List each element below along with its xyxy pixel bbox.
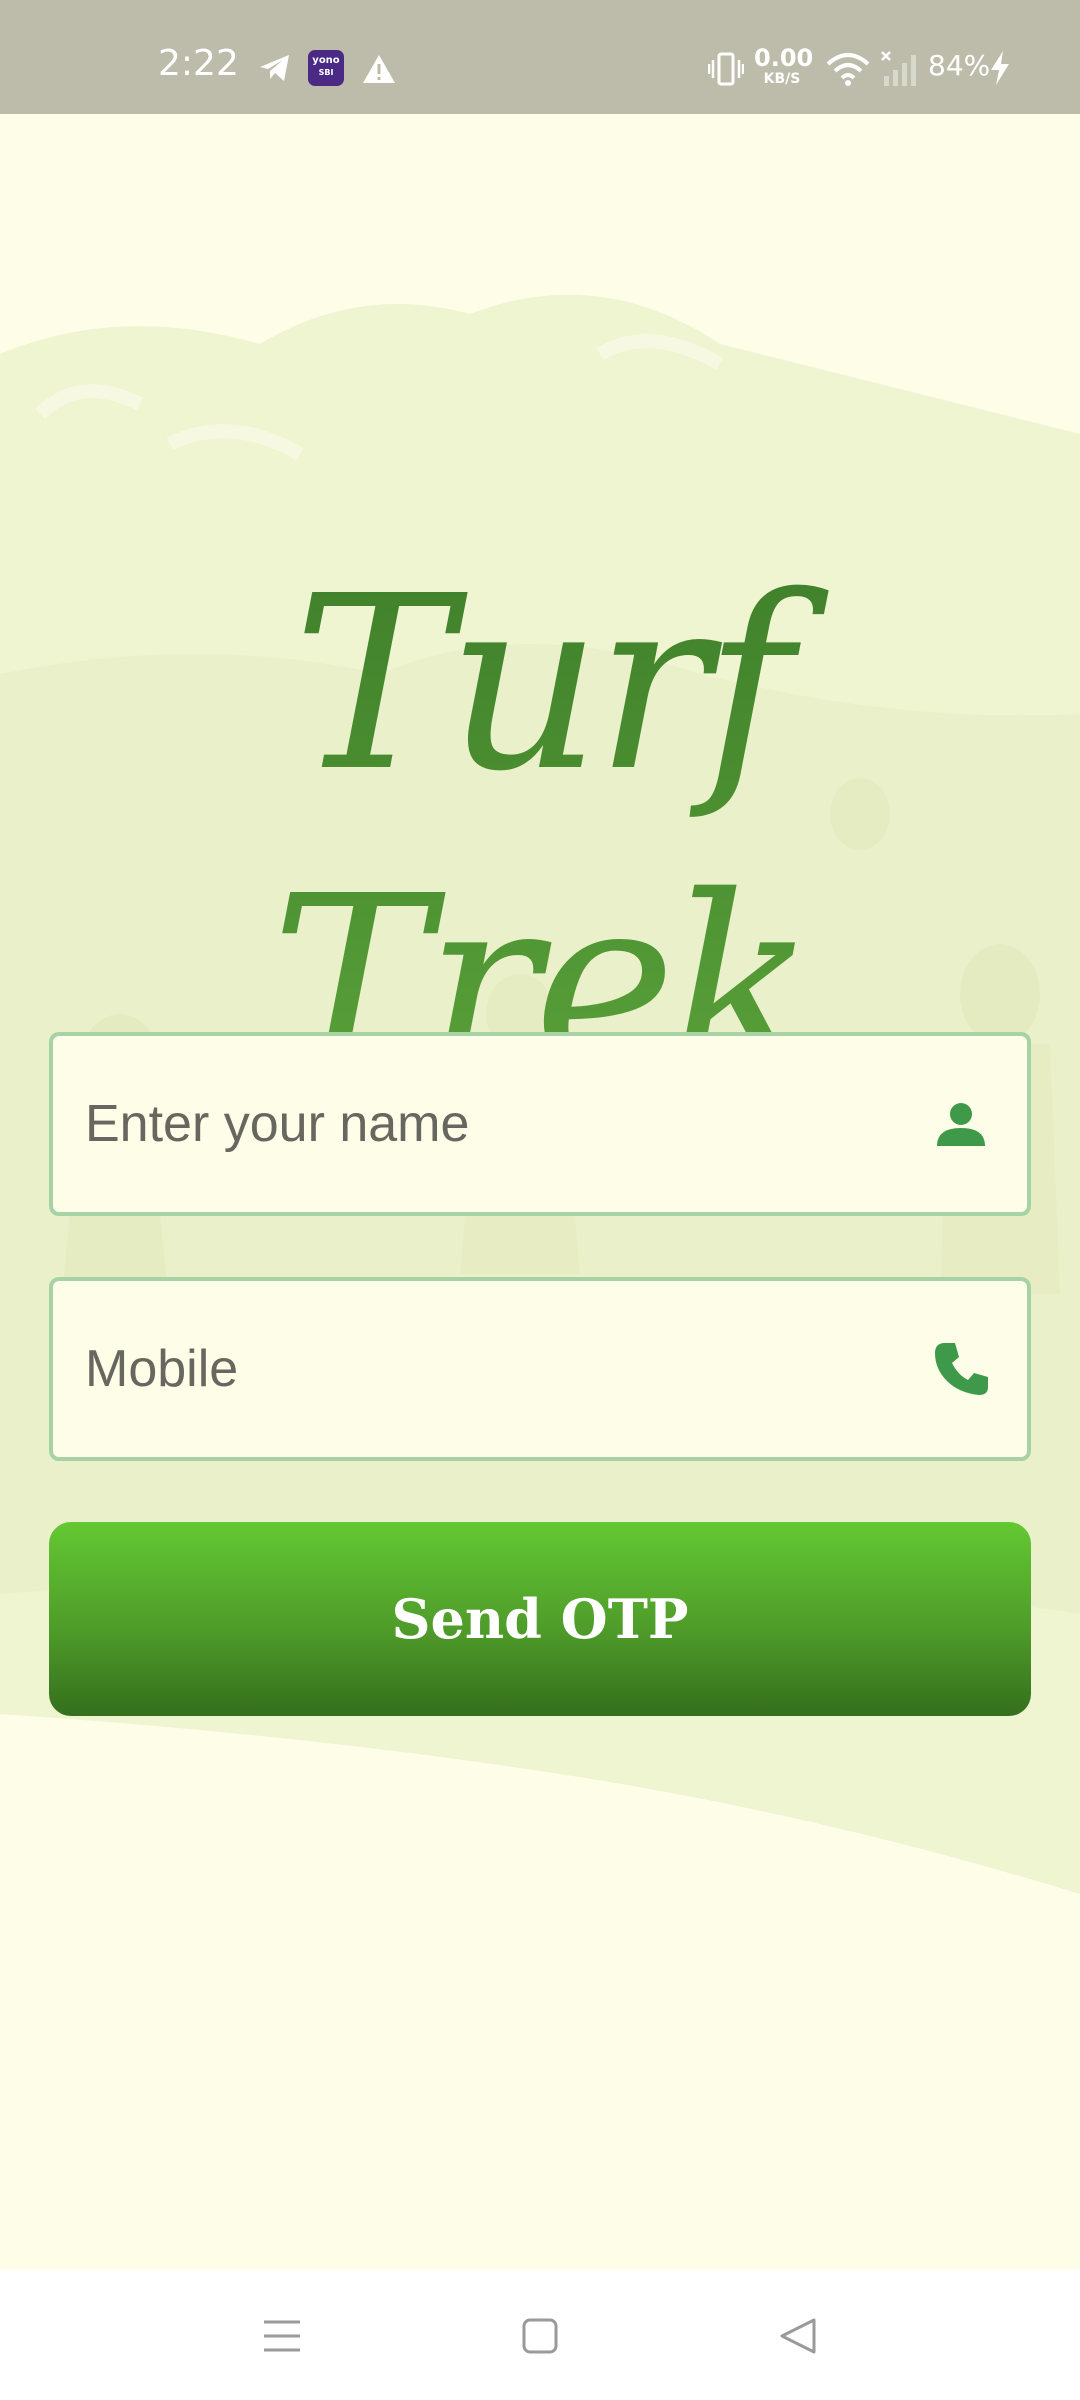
nav-home-button[interactable] — [490, 2296, 590, 2376]
nav-back-button[interactable] — [748, 2296, 848, 2376]
nav-menu-button[interactable] — [232, 2296, 332, 2376]
name-input[interactable] — [85, 1036, 905, 1212]
login-screen: Turf Trek Send OTP — [0, 114, 1080, 2270]
network-speed: 0.00 KB/S — [754, 44, 814, 87]
battery-charging-icon — [991, 51, 1009, 85]
mobile-input[interactable] — [85, 1281, 905, 1457]
send-otp-button[interactable]: Send OTP — [49, 1522, 1031, 1716]
back-triangle-icon — [780, 2318, 816, 2354]
mobile-field[interactable] — [49, 1277, 1031, 1461]
wifi-icon — [826, 53, 870, 86]
vibrate-icon — [708, 52, 744, 86]
system-nav-bar — [0, 2270, 1080, 2400]
phone-icon — [935, 1343, 988, 1395]
name-field[interactable] — [49, 1032, 1031, 1216]
menu-icon — [264, 2320, 300, 2352]
person-icon — [937, 1103, 985, 1146]
status-time: 2:22 — [158, 43, 239, 84]
status-bar: 2:22 yono SBI 0.00 KB/S 84% — [0, 0, 1080, 114]
yono-sbi-icon: yono SBI — [308, 50, 344, 86]
signal-icon — [881, 51, 916, 86]
warning-icon — [363, 55, 395, 83]
battery-percent: 84% — [928, 49, 991, 82]
telegram-icon — [260, 55, 289, 81]
home-square-icon — [522, 2318, 558, 2354]
